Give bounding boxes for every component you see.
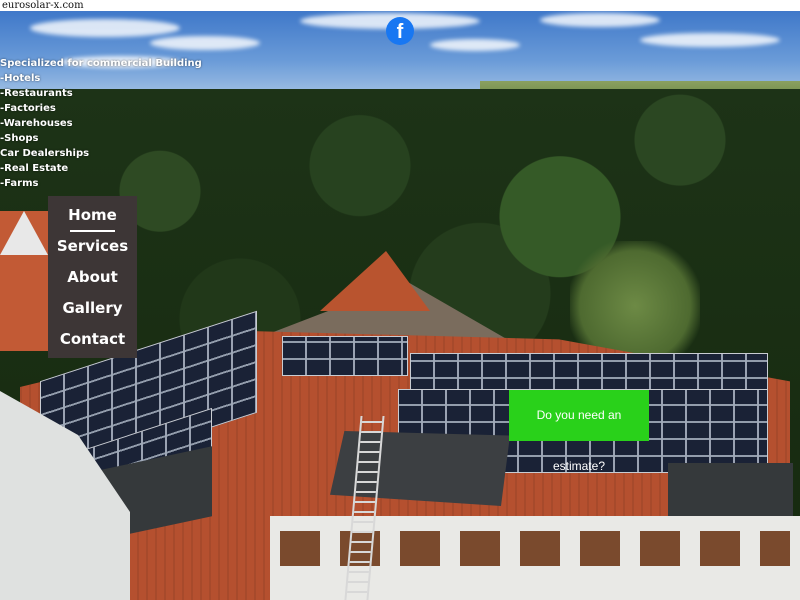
promo-item-real-estate: -Real Estate	[0, 163, 69, 174]
nav-item-contact[interactable]: Contact	[48, 328, 137, 359]
promo-item-factories: -Factories	[0, 103, 56, 114]
promo-headline: Specialized for commercial Building	[0, 58, 202, 69]
promo-item-warehouses: -Warehouses	[0, 118, 73, 129]
promo-item-farms: -Farms	[0, 178, 39, 189]
facebook-icon[interactable]: f	[386, 17, 414, 45]
main-nav: Home Services About Gallery Contact	[48, 196, 137, 358]
promo-item-car-dealerships: Car Dealerships	[0, 148, 90, 159]
nav-item-about[interactable]: About	[48, 266, 137, 297]
nav-item-services[interactable]: Services	[48, 235, 137, 266]
nav-item-home[interactable]: Home	[48, 204, 137, 235]
promo-item-restaurants: -Restaurants	[0, 88, 73, 99]
solar-panel-array	[282, 336, 408, 376]
nav-item-gallery[interactable]: Gallery	[48, 297, 137, 328]
promo-item-shops: -Shops	[0, 133, 39, 144]
url-text: eurosolar-x.com	[0, 0, 800, 11]
services-promo-list: Specialized for commercial Building -Hot…	[0, 56, 202, 191]
estimate-button[interactable]: Do you need an estimate?	[509, 390, 649, 473]
promo-item-hotels: -Hotels	[0, 73, 41, 84]
page: eurosolar-x.com f Specialized for commer…	[0, 0, 800, 600]
